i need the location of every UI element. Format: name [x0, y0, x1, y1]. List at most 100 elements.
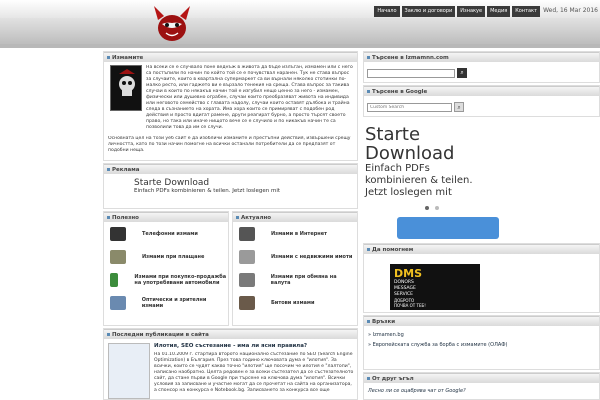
- header-stripe: [0, 44, 600, 48]
- ad-header: Реклама: [104, 164, 357, 174]
- help-box: Да помогнем DMS DONORS MESSAGE SERVICE Д…: [363, 243, 600, 313]
- dms-sub1: DONORS: [394, 280, 414, 285]
- links-box: Връзки » Izmamen.bg » Европейската служб…: [363, 315, 600, 370]
- actual-item-label[interactable]: Битови измами: [271, 300, 315, 306]
- carousel-dot[interactable]: [434, 206, 439, 210]
- list-item[interactable]: Телефонни измами: [104, 222, 228, 245]
- google-search-input[interactable]: [367, 103, 452, 112]
- link-item[interactable]: » Izmamen.bg: [368, 332, 404, 338]
- site-search-input[interactable]: [367, 69, 455, 78]
- site-search-title: Търсене в Izmamnn.com: [372, 55, 449, 61]
- dms-sub2: MESSAGE: [394, 286, 416, 291]
- bullet-icon: [367, 56, 370, 59]
- help-title: Да помогнем: [372, 247, 414, 253]
- nav-media[interactable]: Медия: [487, 6, 511, 17]
- bullet-icon: [367, 320, 370, 323]
- useful-item-label[interactable]: Измами при плащане: [142, 254, 204, 260]
- right-ad-headline[interactable]: Starte Download: [365, 125, 454, 163]
- list-item[interactable]: Измами с недвижими имоти: [233, 245, 357, 268]
- search-button[interactable]: ⌕: [457, 68, 467, 78]
- list-item[interactable]: Битови измами: [233, 291, 357, 314]
- post-thumbnail[interactable]: [108, 343, 150, 399]
- actual-item-label[interactable]: Измами с недвижими имоти: [271, 254, 352, 260]
- dms-sub5: ПОЧВА ОТ ТЕБ!: [394, 303, 426, 308]
- currency-icon: [239, 272, 255, 287]
- useful-item-label[interactable]: Телефонни измами: [142, 231, 198, 237]
- nav-home[interactable]: Начало: [374, 6, 400, 17]
- useful-item-label[interactable]: Измами при покупко-продажба на употребяв…: [134, 274, 228, 286]
- right-ad-box: Starte Download Einfach PDFs kombinieren…: [363, 119, 600, 241]
- building-icon: [239, 295, 255, 310]
- useful-item-label[interactable]: Оптически и зрителни измами: [142, 297, 228, 309]
- ad-banner[interactable]: Starte Download Einfach PDFs kombinieren…: [134, 178, 324, 208]
- other-angle-box: От друг ъгъл Лесно ли се оцабрява чат от…: [363, 372, 600, 400]
- ad-carousel-dots: [425, 205, 439, 212]
- arrow-icon: »: [368, 342, 372, 348]
- bullet-icon: [236, 216, 239, 219]
- list-item[interactable]: Измами в Интернет: [233, 222, 357, 245]
- intro-title: Измамите: [112, 55, 144, 61]
- actual-item-label[interactable]: Измами при обмяна на валута: [271, 274, 357, 286]
- head-icon: [110, 295, 126, 310]
- actual-title: Актуално: [241, 215, 272, 221]
- list-item[interactable]: Измами при покупко-продажба на употребяв…: [104, 268, 228, 291]
- latest-box: Последни публикации в сайта Илотия, SEO …: [103, 328, 358, 400]
- google-search-box: Търсене в Google ⌕: [363, 85, 600, 117]
- help-header: Да помогнем: [364, 244, 599, 254]
- actual-header: Актуално: [233, 212, 357, 222]
- search-icon: ⌕: [460, 69, 464, 76]
- latest-title: Последни публикации в сайта: [112, 332, 209, 338]
- search-icon: ⌕: [457, 104, 461, 111]
- intro-text-2: Основната цел на този уеб сайт е да изоб…: [108, 136, 351, 153]
- bullet-icon: [107, 333, 110, 336]
- ad-body-line3: Jetzt loslegen mit: [365, 187, 452, 198]
- links-title: Връзки: [372, 319, 396, 325]
- dms-logo-text: DMS: [394, 267, 422, 280]
- dms-sub3: SERVICE: [394, 292, 413, 297]
- ad-body-line2: kombinieren & teilen.: [365, 175, 473, 186]
- links-header: Връзки: [364, 316, 599, 326]
- skull-icon: [119, 69, 135, 96]
- post-title[interactable]: Илотия, SEO състезание - има ли ясни пра…: [154, 343, 354, 349]
- ad-headline[interactable]: Starte Download: [134, 178, 324, 188]
- useful-title: Полезно: [112, 215, 139, 221]
- ad-subline: Einfach PDFs kombinieren & teilen. Jetzt…: [134, 188, 281, 194]
- site-search-header: Търсене в Izmamnn.com: [364, 52, 599, 62]
- ad-headline-line2[interactable]: Download: [365, 144, 454, 163]
- latest-header: Последни публикации в сайта: [104, 329, 357, 339]
- arrow-icon: »: [368, 332, 372, 338]
- carousel-dot[interactable]: [425, 206, 429, 210]
- list-item[interactable]: Измами при плащане: [104, 245, 228, 268]
- other-angle-title: От друг ъгъл: [372, 376, 414, 382]
- current-date: Wed, 16 Mar 2016: [543, 7, 598, 14]
- right-ad-body: Einfach PDFs kombinieren & teilen. Jetzt…: [365, 163, 473, 199]
- link-item[interactable]: » Европейската служба за борба с измамит…: [368, 342, 593, 348]
- ad-button[interactable]: [397, 217, 499, 239]
- actual-item-label[interactable]: Измами в Интернет: [271, 231, 327, 237]
- devil-mascot-logo[interactable]: [150, 2, 194, 42]
- google-search-title: Търсене в Google: [372, 89, 428, 95]
- site-search-box: Търсене в Izmamnn.com ⌕: [363, 51, 600, 83]
- money-icon: [110, 249, 126, 264]
- intro-box: Измамите На всеки се е случвало поне вед…: [103, 51, 358, 161]
- useful-header: Полезно: [104, 212, 228, 222]
- ad-headline-line1[interactable]: Starte: [365, 125, 454, 144]
- link-label[interactable]: Европейската служба за борба с измамите …: [373, 342, 508, 348]
- ad-body-line1: Einfach PDFs: [365, 163, 430, 174]
- intro-header: Измамите: [104, 52, 357, 62]
- nav-laws[interactable]: Заклю и договори: [401, 6, 456, 17]
- list-item[interactable]: Оптически и зрителни измами: [104, 291, 228, 314]
- post-excerpt: На 01.10.2009 г. стартира второто национ…: [154, 352, 354, 393]
- list-item[interactable]: Измами при обмяна на валута: [233, 268, 357, 291]
- nav-reports[interactable]: Изнакуе: [457, 6, 486, 17]
- main-nav: Начало Заклю и договори Изнакуе Медия Ко…: [374, 6, 540, 17]
- other-angle-item[interactable]: Лесно ли се оцабрява чат от Google?: [368, 388, 466, 394]
- intro-text: На всеки се е случвало поне веднъж в жив…: [146, 65, 353, 130]
- bullet-icon: [367, 248, 370, 251]
- intro-image: [110, 65, 142, 111]
- link-label[interactable]: Izmamen.bg: [373, 332, 404, 338]
- dms-banner[interactable]: DMS DONORS MESSAGE SERVICE ДОБРОТО ПОЧВА…: [390, 264, 480, 310]
- bullet-icon: [107, 56, 110, 59]
- nav-contact[interactable]: Контакт: [512, 6, 540, 17]
- google-search-button[interactable]: ⌕: [454, 102, 464, 112]
